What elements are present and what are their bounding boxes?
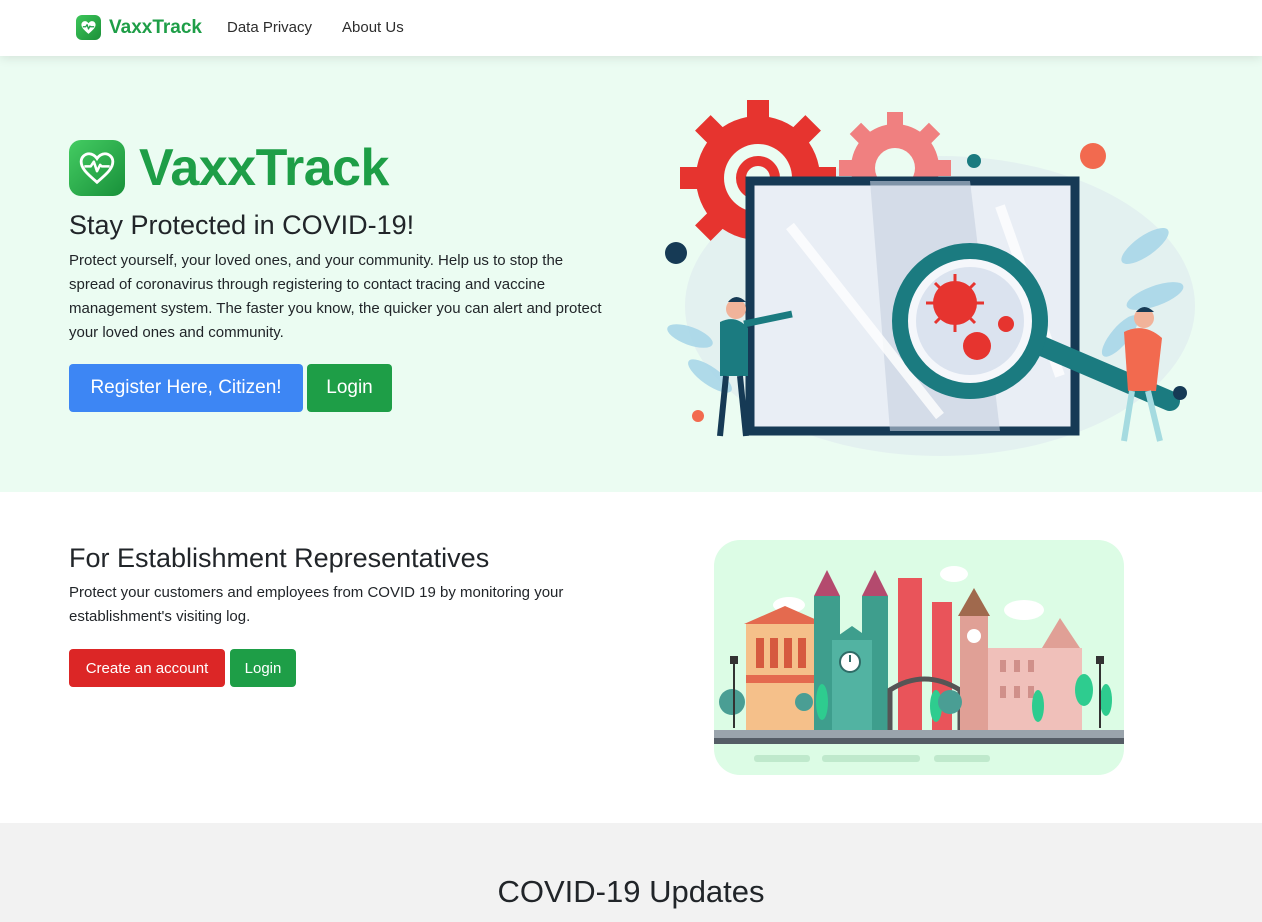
brand-name: VaxxTrack bbox=[109, 17, 202, 38]
register-citizen-button[interactable]: Register Here, Citizen! bbox=[69, 364, 303, 412]
virus-magnifier-illustration bbox=[665, 100, 1195, 456]
create-account-button[interactable]: Create an account bbox=[69, 649, 225, 687]
establishment-section: For Establishment Representatives Protec… bbox=[0, 492, 1262, 823]
covid-updates-section: COVID-19 Updates bbox=[0, 823, 1262, 922]
nav-link-data-privacy[interactable]: Data Privacy bbox=[227, 19, 312, 37]
updates-title: COVID-19 Updates bbox=[497, 874, 765, 909]
establishment-title: For Establishment Representatives bbox=[69, 543, 490, 573]
hero-logo: VaxxTrack bbox=[69, 138, 389, 198]
establishment-login-button[interactable]: Login bbox=[230, 649, 296, 687]
citizen-login-button[interactable]: Login bbox=[307, 364, 392, 412]
heart-pulse-icon bbox=[69, 140, 125, 196]
city-buildings-illustration bbox=[714, 540, 1124, 775]
hero-description: Protect yourself, your loved ones, and y… bbox=[69, 252, 602, 341]
heart-pulse-icon bbox=[76, 15, 101, 40]
hero-section: VaxxTrack Stay Protected in COVID-19! Pr… bbox=[0, 56, 1262, 492]
hero-title: Stay Protected in COVID-19! bbox=[69, 210, 415, 240]
nav-link-about-us[interactable]: About Us bbox=[342, 19, 404, 37]
hero-logo-text: VaxxTrack bbox=[139, 139, 389, 197]
brand-link[interactable]: VaxxTrack bbox=[76, 15, 202, 40]
navbar: VaxxTrack Data Privacy About Us bbox=[0, 0, 1262, 56]
establishment-description: Protect your customers and employees fro… bbox=[69, 584, 564, 625]
